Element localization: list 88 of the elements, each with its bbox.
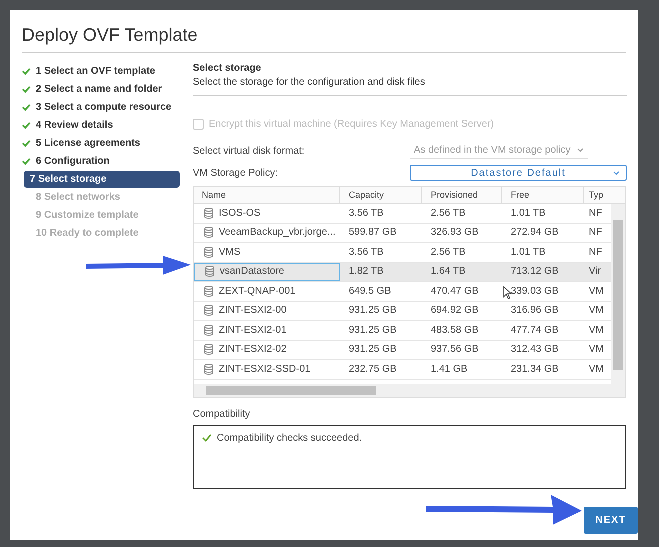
table-cell-text: 694.92 GB — [431, 304, 479, 318]
database-icon — [205, 266, 215, 278]
table-row[interactable]: ZINT-ESXI2-02 931.25 GB 937.56 GB 312.43 GB VM — [194, 340, 611, 360]
database-icon — [204, 227, 214, 238]
table-cell-text: NF — [589, 226, 602, 240]
table-cell-text: vsanDatastore — [220, 265, 284, 280]
checkbox-label: Encrypt this virtual machine (Requires Key Management Server) — [209, 118, 494, 132]
scrollbar-thumb[interactable] — [206, 386, 376, 395]
wizard-step[interactable]: 3 Select a compute resource — [36, 98, 172, 116]
table-cell-text: ZINT-ESXI2-01 — [219, 324, 287, 338]
table-cell-text: 326.93 GB — [431, 226, 479, 240]
table-cell-text: VM — [589, 362, 604, 377]
wizard-step[interactable]: 1 Select an OVF template — [36, 62, 156, 80]
column-header[interactable]: Provisioned — [422, 187, 502, 203]
table-cell-text: 1.64 TB — [431, 265, 466, 280]
table-cell-text: Vir — [589, 265, 602, 280]
storage-policy-dropdown[interactable]: Datastore Default — [410, 165, 627, 181]
table-cell-text: ZEXT-QNAP-001 — [219, 284, 296, 299]
vertical-scrollbar[interactable] — [611, 204, 625, 385]
column-header[interactable]: Typ — [584, 187, 611, 203]
column-header[interactable]: Free — [502, 187, 584, 203]
table-cell-text: 312.43 GB — [511, 343, 559, 358]
table-cell-text: 931.25 GB — [349, 304, 397, 318]
wizard-step[interactable]: 7 Select storage — [24, 170, 180, 188]
table-cell-text: 3.56 TB — [349, 246, 384, 260]
database-icon — [204, 364, 214, 375]
wizard-step[interactable]: 5 License agreements — [36, 134, 140, 152]
field-label: Select virtual disk format: — [193, 144, 306, 158]
table-cell-text: ZINT-ESXI2-SSD-01 — [219, 362, 311, 377]
table-cell-text: 599.87 GB — [349, 226, 397, 240]
table-cell-text: ZINT-ESXI2-00 — [219, 304, 287, 318]
table-cell-text: VM — [589, 324, 604, 338]
column-header[interactable]: Name — [194, 187, 340, 203]
next-button[interactable]: NEXT — [584, 507, 638, 534]
table-cell-text: 649.5 GB — [349, 284, 392, 299]
wizard-step[interactable]: 2 Select a name and folder — [36, 80, 162, 98]
wizard-step[interactable]: 4 Review details — [36, 116, 114, 134]
table-cell-text: 477.74 GB — [511, 324, 559, 338]
table-cell-text: 2.56 TB — [431, 206, 466, 221]
chevron-icon — [613, 171, 620, 176]
table-row[interactable]: VeeamBackup_vbr.jorge... 599.87 GB 326.93 GB 272.94 GB NF — [194, 224, 611, 243]
database-icon — [204, 246, 214, 258]
column-header[interactable]: Capacity — [340, 187, 422, 203]
section-title: Select storage — [193, 62, 262, 76]
table-cell-text: 339.03 GB — [511, 284, 559, 299]
table-cell-text: 483.58 GB — [431, 324, 479, 338]
table-cell-text: 1.41 GB — [431, 362, 468, 377]
table-cell-text: 3.56 TB — [349, 206, 384, 221]
table-cell-text: 232.75 GB — [349, 362, 397, 377]
chevron-icon — [576, 148, 584, 153]
field-label: VM Storage Policy: — [193, 166, 280, 180]
status-message: Compatibility checks succeeded. — [217, 434, 362, 444]
table-cell-text: ZINT-ESXI2-02 — [219, 343, 287, 358]
cursor-icon — [503, 286, 513, 300]
database-icon — [204, 324, 214, 336]
table-cell-text: NF — [589, 246, 602, 260]
table-cell-text: VM — [589, 284, 604, 299]
table-cell-text: 470.47 GB — [431, 284, 479, 299]
table-cell-text: 231.34 GB — [511, 362, 559, 377]
table-cell-text: 937.56 GB — [431, 343, 479, 358]
table-cell-text: ISOS-OS — [219, 206, 261, 221]
section-subtitle: Select the storage for the configuration and disk files — [193, 76, 627, 96]
window-title: Deploy OVF Template — [22, 22, 626, 53]
table-cell-text: 1.01 TB — [511, 206, 546, 221]
database-icon — [204, 286, 214, 297]
table-cell-text: 931.25 GB — [349, 343, 397, 358]
table-cell-text: VMS — [219, 246, 241, 260]
check-icon — [202, 434, 212, 442]
database-icon — [204, 305, 214, 316]
scrollbar-thumb[interactable] — [613, 220, 623, 370]
table-cell-text: 713.12 GB — [511, 265, 559, 280]
table-cell-text: 1.82 TB — [349, 265, 384, 280]
table-cell-text: 2.56 TB — [431, 246, 466, 260]
table-cell-text: VM — [589, 343, 604, 358]
section-label: Compatibility — [193, 408, 252, 422]
table-cell-text: 272.94 GB — [511, 226, 559, 240]
horizontal-scrollbar[interactable] — [194, 384, 625, 397]
table-cell-text: 931.25 GB — [349, 324, 397, 338]
table-cell-text: VM — [589, 304, 604, 318]
table-cell-text: NF — [589, 206, 602, 221]
database-icon — [204, 344, 214, 356]
table-cell-text: VeeamBackup_vbr.jorge... — [219, 226, 336, 240]
database-icon — [204, 208, 214, 219]
table-cell-text: 316.96 GB — [511, 304, 559, 318]
table-row[interactable]: vsanDatastore 1.82 TB 1.64 TB 713.12 GB Vir — [194, 262, 611, 282]
table-row[interactable]: ZINT-ESXI2-00 931.25 GB 694.92 GB 316.96 GB VM — [194, 302, 611, 321]
wizard-step[interactable]: 6 Configuration — [36, 152, 110, 170]
table-cell-text: 1.01 TB — [511, 246, 546, 260]
